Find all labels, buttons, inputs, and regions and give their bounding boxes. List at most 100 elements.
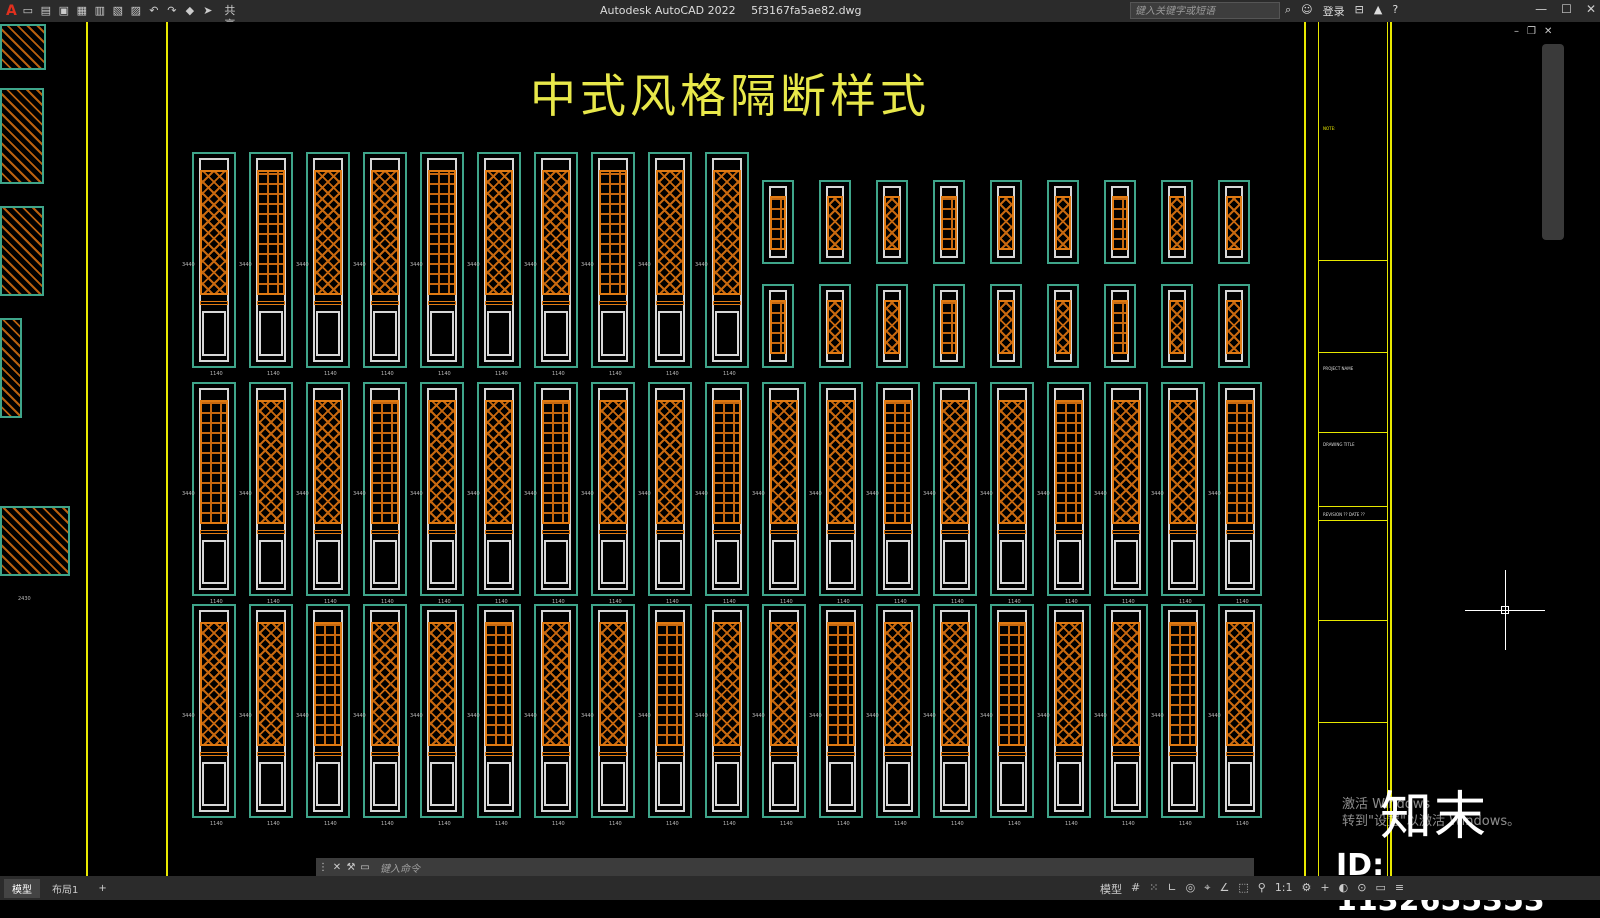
- command-line[interactable]: ⋮ ✕ ⚒ ▭ 键入命令: [316, 858, 1254, 876]
- save-as-icon[interactable]: ▦: [75, 4, 89, 18]
- panel-lower-box: [715, 762, 739, 806]
- command-input[interactable]: 键入命令: [380, 860, 420, 875]
- panel-lower-box: [1114, 540, 1138, 584]
- isolate-icon[interactable]: ◐: [1339, 881, 1349, 897]
- dimension-label: 1140: [495, 371, 508, 377]
- viewport-restore-icon[interactable]: ❐: [1527, 26, 1536, 37]
- partition-panel: [1047, 180, 1079, 264]
- selection-cycle-icon[interactable]: ⬚: [1238, 881, 1248, 897]
- dimension-label: 3440: [638, 491, 651, 497]
- panel-rail: [200, 301, 228, 305]
- panel-lower-box: [1000, 540, 1024, 584]
- dimension-label: 3440: [182, 491, 195, 497]
- autodesk-app-icon[interactable]: ▲: [1374, 3, 1382, 19]
- user-icon[interactable]: ☺: [1301, 3, 1312, 19]
- file-name: 5f3167fa5ae82.dwg: [751, 4, 862, 17]
- polar-icon[interactable]: ◎: [1186, 881, 1196, 897]
- customize-icon[interactable]: ≡: [1395, 881, 1404, 897]
- dimension-label: 1140: [723, 821, 736, 827]
- tab-model[interactable]: 模型: [4, 878, 40, 898]
- open-file-icon[interactable]: ▤: [39, 4, 53, 18]
- dimension-label: 3440: [296, 491, 309, 497]
- model-space-button[interactable]: 模型: [1100, 881, 1122, 897]
- workspace-icon[interactable]: ◆: [183, 4, 197, 18]
- partial-drawing: [0, 88, 44, 184]
- command-customize-icon[interactable]: ⚒: [344, 862, 358, 873]
- lineweight-icon[interactable]: ∠: [1219, 881, 1229, 897]
- lattice-pattern: [1055, 300, 1071, 354]
- search-input[interactable]: 键入关键字或短语: [1130, 2, 1280, 19]
- partition-panel: 1140 3440: [1151, 382, 1205, 605]
- close-icon[interactable]: ✕: [1586, 2, 1596, 16]
- command-history-icon[interactable]: ▭: [358, 862, 372, 873]
- partition-panel: 1140 3440: [923, 382, 977, 605]
- annotation-icon[interactable]: ⚲: [1258, 881, 1266, 897]
- redo-icon[interactable]: ↷: [165, 4, 179, 18]
- help-icon[interactable]: ?: [1392, 3, 1398, 19]
- plus-icon[interactable]: +: [1320, 881, 1329, 897]
- drawing-title-label: DRAWING TITLE: [1323, 442, 1355, 447]
- lattice-pattern: [827, 622, 855, 746]
- dimension-label: 1140: [666, 821, 679, 827]
- lattice-pattern: [770, 400, 798, 524]
- save-icon[interactable]: ▣: [57, 4, 71, 18]
- undo-icon[interactable]: ↶: [147, 4, 161, 18]
- save-web-icon[interactable]: ▧: [111, 4, 125, 18]
- maximize-icon[interactable]: ☐: [1561, 2, 1572, 16]
- navigation-bar[interactable]: [1542, 44, 1564, 240]
- panel-lower-box: [715, 311, 739, 356]
- partition-panel: 1140 3440: [239, 604, 293, 827]
- viewport-close-icon[interactable]: ✕: [1544, 26, 1552, 37]
- panel-lower-box: [886, 762, 910, 806]
- share-icon[interactable]: ➤: [201, 4, 215, 18]
- share-label[interactable]: 共享: [223, 4, 237, 31]
- panel-lower-box: [943, 540, 967, 584]
- scale-label[interactable]: 1:1: [1275, 881, 1293, 897]
- lattice-pattern: [656, 622, 684, 746]
- grid-icon[interactable]: #: [1131, 881, 1140, 897]
- lattice-pattern: [371, 400, 399, 524]
- dimension-label: 3440: [866, 713, 879, 719]
- lattice-pattern: [200, 170, 228, 295]
- ortho-icon[interactable]: ∟: [1167, 881, 1176, 897]
- autocad-logo-icon[interactable]: A: [6, 3, 17, 19]
- partition-panel: 1140 3440: [182, 152, 236, 377]
- dimension-label: 1140: [780, 821, 793, 827]
- command-handle-icon[interactable]: ⋮: [316, 862, 330, 873]
- dimension-label: 3440: [467, 262, 480, 268]
- dimension-label: 1140: [723, 371, 736, 377]
- partition-panel: 1140 3440: [1151, 604, 1205, 827]
- open-web-icon[interactable]: ▥: [93, 4, 107, 18]
- clean-screen-icon[interactable]: ▭: [1375, 881, 1385, 897]
- new-file-icon[interactable]: ▭: [21, 4, 35, 18]
- plot-icon[interactable]: ▨: [129, 4, 143, 18]
- cart-icon[interactable]: ⊟: [1355, 3, 1364, 19]
- drawing-canvas[interactable]: 2430 中式风格隔断样式 1140 3440 1140 3440 1140 3440 11…: [0, 22, 1600, 918]
- snap-icon[interactable]: ⁙: [1149, 881, 1158, 897]
- tab-add[interactable]: +: [90, 881, 114, 896]
- tab-layout1[interactable]: 布局1: [44, 879, 86, 898]
- lattice-pattern: [1112, 622, 1140, 746]
- dimension-label: 3440: [923, 713, 936, 719]
- panel-rail: [1169, 530, 1197, 534]
- lattice-pattern: [656, 400, 684, 524]
- minimize-icon[interactable]: —: [1535, 2, 1547, 16]
- panel-lower-box: [202, 311, 226, 356]
- dimension-label: 1140: [1179, 821, 1192, 827]
- partition-panel: 1140 3440: [467, 152, 521, 377]
- partition-panel: [933, 180, 965, 264]
- panel-rail: [542, 752, 570, 756]
- partition-panel: 1140 3440: [980, 382, 1034, 605]
- partition-panel: 1140 3440: [1208, 382, 1262, 605]
- lattice-pattern: [713, 170, 741, 295]
- command-close-icon[interactable]: ✕: [330, 862, 344, 873]
- hardware-accel-icon[interactable]: ⊙: [1357, 881, 1366, 897]
- osnap-icon[interactable]: ⌖: [1204, 881, 1210, 897]
- partition-panel: 1140 3440: [1208, 604, 1262, 827]
- partition-panel: [1104, 284, 1136, 368]
- login-link[interactable]: 登录: [1323, 3, 1345, 19]
- settings-icon[interactable]: ⚙: [1302, 881, 1312, 897]
- search-icon[interactable]: ⌕: [1285, 3, 1291, 19]
- panel-rail: [1055, 530, 1083, 534]
- viewport-minimize-icon[interactable]: –: [1514, 26, 1519, 37]
